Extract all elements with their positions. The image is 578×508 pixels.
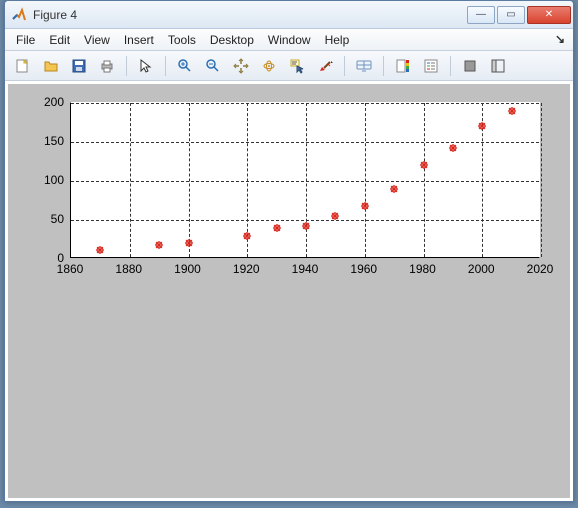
- pointer-icon[interactable]: [134, 55, 158, 77]
- data-point: [478, 122, 487, 131]
- menu-window[interactable]: Window: [261, 31, 318, 49]
- rotate3d-icon[interactable]: [257, 55, 281, 77]
- gridline-v: [130, 103, 131, 257]
- save-icon[interactable]: [67, 55, 91, 77]
- plot-area: [70, 102, 540, 258]
- data-point: [507, 106, 516, 115]
- gridline-h: [71, 142, 539, 143]
- menu-edit[interactable]: Edit: [42, 31, 77, 49]
- zoom-in-icon[interactable]: [173, 55, 197, 77]
- gridline-h: [71, 103, 539, 104]
- toolbar-separator: [383, 56, 384, 76]
- new-figure-icon[interactable]: [11, 55, 35, 77]
- xtick-label: 2000: [468, 262, 495, 276]
- window-title: Figure 4: [33, 8, 465, 22]
- dock-toggle-icon[interactable]: ↘: [555, 32, 565, 46]
- figure-window: Figure 4 — ▭ ✕ FileEditViewInsertToolsDe…: [4, 0, 574, 502]
- xtick-label: 1960: [350, 262, 377, 276]
- data-point: [155, 240, 164, 249]
- pan-icon[interactable]: [229, 55, 253, 77]
- data-point: [390, 184, 399, 193]
- xtick-label: 1920: [233, 262, 260, 276]
- legend-icon[interactable]: [419, 55, 443, 77]
- xtick-label: 1900: [174, 262, 201, 276]
- menu-help[interactable]: Help: [318, 31, 357, 49]
- menu-file[interactable]: File: [9, 31, 42, 49]
- minimize-button[interactable]: —: [467, 6, 495, 24]
- show-tools-icon[interactable]: [486, 55, 510, 77]
- gridline-v: [365, 103, 366, 257]
- xtick-label: 1860: [57, 262, 84, 276]
- print-icon[interactable]: [95, 55, 119, 77]
- toolbar-separator: [165, 56, 166, 76]
- gridline-v: [306, 103, 307, 257]
- xtick-label: 2020: [527, 262, 554, 276]
- ytick-label: 200: [34, 95, 64, 109]
- hide-tools-icon[interactable]: [458, 55, 482, 77]
- data-point: [302, 222, 311, 231]
- data-point: [272, 223, 281, 232]
- data-point: [360, 201, 369, 210]
- ytick-label: 50: [34, 212, 64, 226]
- gridline-v: [541, 103, 542, 257]
- data-point: [331, 212, 340, 221]
- figure-canvas[interactable]: 050100150200 186018801900192019401960198…: [7, 83, 571, 499]
- xtick-label: 1940: [292, 262, 319, 276]
- matlab-icon: [11, 7, 27, 23]
- xtick-label: 1880: [115, 262, 142, 276]
- menu-tools[interactable]: Tools: [161, 31, 203, 49]
- toolbar-separator: [450, 56, 451, 76]
- data-point: [96, 245, 105, 254]
- link-icon[interactable]: [352, 55, 376, 77]
- menu-desktop[interactable]: Desktop: [203, 31, 261, 49]
- data-point: [448, 144, 457, 153]
- titlebar[interactable]: Figure 4 — ▭ ✕: [5, 1, 573, 29]
- datacursor-icon[interactable]: [285, 55, 309, 77]
- data-point: [419, 161, 428, 170]
- window-controls: — ▭ ✕: [465, 6, 571, 24]
- ytick-label: 150: [34, 134, 64, 148]
- toolbar-separator: [126, 56, 127, 76]
- data-point: [243, 231, 252, 240]
- toolbar-separator: [344, 56, 345, 76]
- ytick-label: 100: [34, 173, 64, 187]
- colorbar-icon[interactable]: [391, 55, 415, 77]
- gridline-h: [71, 181, 539, 182]
- close-button[interactable]: ✕: [527, 6, 571, 24]
- gridline-v: [424, 103, 425, 257]
- menubar: FileEditViewInsertToolsDesktopWindowHelp…: [5, 29, 573, 51]
- brush-icon[interactable]: [313, 55, 337, 77]
- gridline-v: [189, 103, 190, 257]
- menu-insert[interactable]: Insert: [117, 31, 161, 49]
- open-icon[interactable]: [39, 55, 63, 77]
- toolbar: [5, 51, 573, 81]
- maximize-button[interactable]: ▭: [497, 6, 525, 24]
- xtick-label: 1980: [409, 262, 436, 276]
- zoom-out-icon[interactable]: [201, 55, 225, 77]
- data-point: [184, 239, 193, 248]
- menu-view[interactable]: View: [77, 31, 117, 49]
